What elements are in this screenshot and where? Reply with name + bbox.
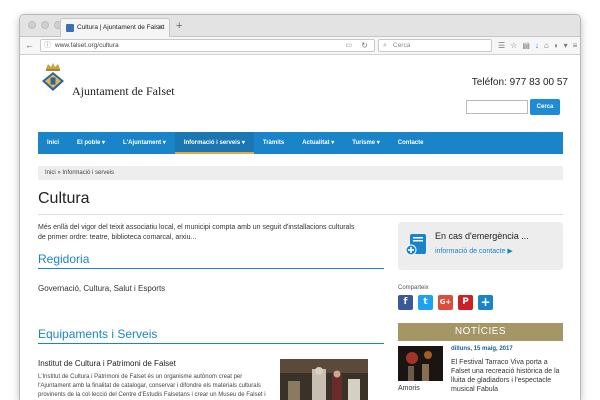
google-plus-share-icon[interactable]: G+ bbox=[438, 295, 453, 310]
menu-icon[interactable]: ≡ bbox=[573, 40, 578, 51]
reading-list-icon[interactable]: ☰ bbox=[498, 40, 505, 51]
extension-icon[interactable]: ▾ bbox=[564, 40, 568, 51]
tab-bar: Cultura | Ajuntament de Falset ✕ + bbox=[20, 15, 580, 37]
nav-item-informacio-serveis[interactable]: Informació i serveis ▾ bbox=[174, 132, 254, 154]
pinterest-share-icon[interactable]: P bbox=[458, 295, 473, 310]
title-divider bbox=[38, 214, 563, 215]
page-title: Cultura bbox=[38, 190, 90, 207]
close-window-button[interactable] bbox=[28, 21, 36, 29]
favicon-icon bbox=[66, 24, 74, 32]
info-icon[interactable]: ⓘ bbox=[44, 40, 51, 51]
main-navigation: Inici El poble ▾ L'Ajuntament ▾ Informac… bbox=[38, 132, 563, 154]
emergency-contact-link[interactable]: informació de contacte ▶ bbox=[435, 247, 513, 255]
regidoria-heading: Regidoria bbox=[38, 252, 90, 266]
bookmark-star-icon[interactable]: ☆ bbox=[510, 40, 517, 51]
site-name[interactable]: Ajuntament de Falset bbox=[72, 84, 175, 99]
back-arrow-icon[interactable]: ← bbox=[25, 39, 34, 52]
home-icon[interactable]: ⌂ bbox=[544, 40, 549, 51]
browser-toolbar: ← ⓘ www.falset.org/cultura ▭ ↻ ⌕ Cerca ☰… bbox=[20, 37, 580, 55]
emergency-box[interactable]: En cas d'emergència ... informació de co… bbox=[398, 222, 563, 270]
regidoria-divider bbox=[38, 268, 384, 269]
web-page: Ajuntament de Falset Teléfon: 977 83 00 … bbox=[20, 56, 580, 400]
address-bar[interactable]: ⓘ www.falset.org/cultura ▭ ↻ bbox=[40, 39, 375, 52]
nav-item-ajuntament[interactable]: L'Ajuntament ▾ bbox=[114, 132, 175, 154]
coat-of-arms-logo[interactable] bbox=[38, 62, 68, 92]
news-headline-continued[interactable]: Amoris bbox=[398, 385, 420, 392]
news-heading: NOTÍCIES bbox=[398, 323, 563, 341]
pocket-icon[interactable]: ◗ bbox=[554, 40, 559, 51]
window-controls bbox=[28, 21, 62, 29]
nav-item-turisme[interactable]: Turisme ▾ bbox=[343, 132, 389, 154]
more-share-icon[interactable]: + bbox=[478, 295, 493, 310]
share-label: Comparteix bbox=[398, 285, 429, 291]
news-date: dilluns, 15 maig, 2017 bbox=[451, 346, 513, 352]
regidoria-text: Governació, Cultura, Salut i Esports bbox=[38, 284, 166, 293]
library-icon[interactable]: ▤ bbox=[522, 40, 530, 51]
intro-text: Més enllà del vigor del teixit associati… bbox=[38, 224, 355, 241]
download-icon[interactable]: ↓ bbox=[535, 40, 539, 51]
site-search-input[interactable] bbox=[466, 100, 528, 114]
browser-search-input[interactable]: ⌕ Cerca bbox=[378, 39, 492, 52]
minimize-window-button[interactable] bbox=[41, 21, 49, 29]
browser-tab[interactable]: Cultura | Ajuntament de Falset ✕ bbox=[60, 18, 170, 37]
nav-item-contacte[interactable]: Contacte bbox=[389, 132, 433, 154]
search-icon: ⌕ bbox=[383, 42, 387, 49]
phone-number: Teléfon: 977 83 00 57 bbox=[471, 77, 568, 88]
nav-item-el-poble[interactable]: El poble ▾ bbox=[68, 132, 114, 154]
nav-item-inici[interactable]: Inici bbox=[38, 132, 68, 154]
breadcrumb[interactable]: Inici » Informació i serveis bbox=[38, 166, 563, 180]
nav-item-actualitat[interactable]: Actualitat ▾ bbox=[293, 132, 343, 154]
close-tab-icon[interactable]: ✕ bbox=[157, 19, 164, 37]
facebook-share-icon[interactable]: f bbox=[398, 295, 413, 310]
new-tab-button[interactable]: + bbox=[176, 18, 182, 34]
browser-window: Cultura | Ajuntament de Falset ✕ + ← ⓘ w… bbox=[19, 14, 581, 400]
toolbar-icons: ☰ ☆ ▤ ↓ ⌂ ◗ ▾ ≡ bbox=[498, 40, 577, 51]
twitter-share-icon[interactable]: t bbox=[418, 295, 433, 310]
site-search-button[interactable]: Cerca bbox=[530, 99, 560, 115]
reader-view-icon[interactable]: ▭ bbox=[345, 40, 352, 51]
equipaments-divider bbox=[38, 343, 384, 344]
institut-photo[interactable] bbox=[280, 359, 368, 400]
share-buttons: f t G+ P + bbox=[398, 295, 493, 310]
emergency-contact-icon bbox=[406, 234, 426, 256]
news-headline[interactable]: El Festival Tarraco Viva porta a Falset … bbox=[451, 358, 563, 394]
nav-item-tramits[interactable]: Tràmits bbox=[254, 132, 293, 154]
tab-title: Cultura | Ajuntament de Falset bbox=[77, 24, 165, 31]
url-text: www.falset.org/cultura bbox=[55, 42, 119, 49]
reload-icon[interactable]: ↻ bbox=[361, 40, 368, 51]
browser-search-placeholder: Cerca bbox=[393, 42, 411, 49]
institut-title[interactable]: Institut de Cultura i Patrimoni de False… bbox=[38, 359, 176, 368]
emergency-title: En cas d'emergència ... bbox=[435, 231, 529, 241]
news-photo[interactable] bbox=[398, 346, 443, 381]
equipaments-heading: Equipaments i Serveis bbox=[38, 327, 158, 341]
institut-description: L'Institut de Cultura i Patrimoni de Fal… bbox=[38, 374, 266, 398]
